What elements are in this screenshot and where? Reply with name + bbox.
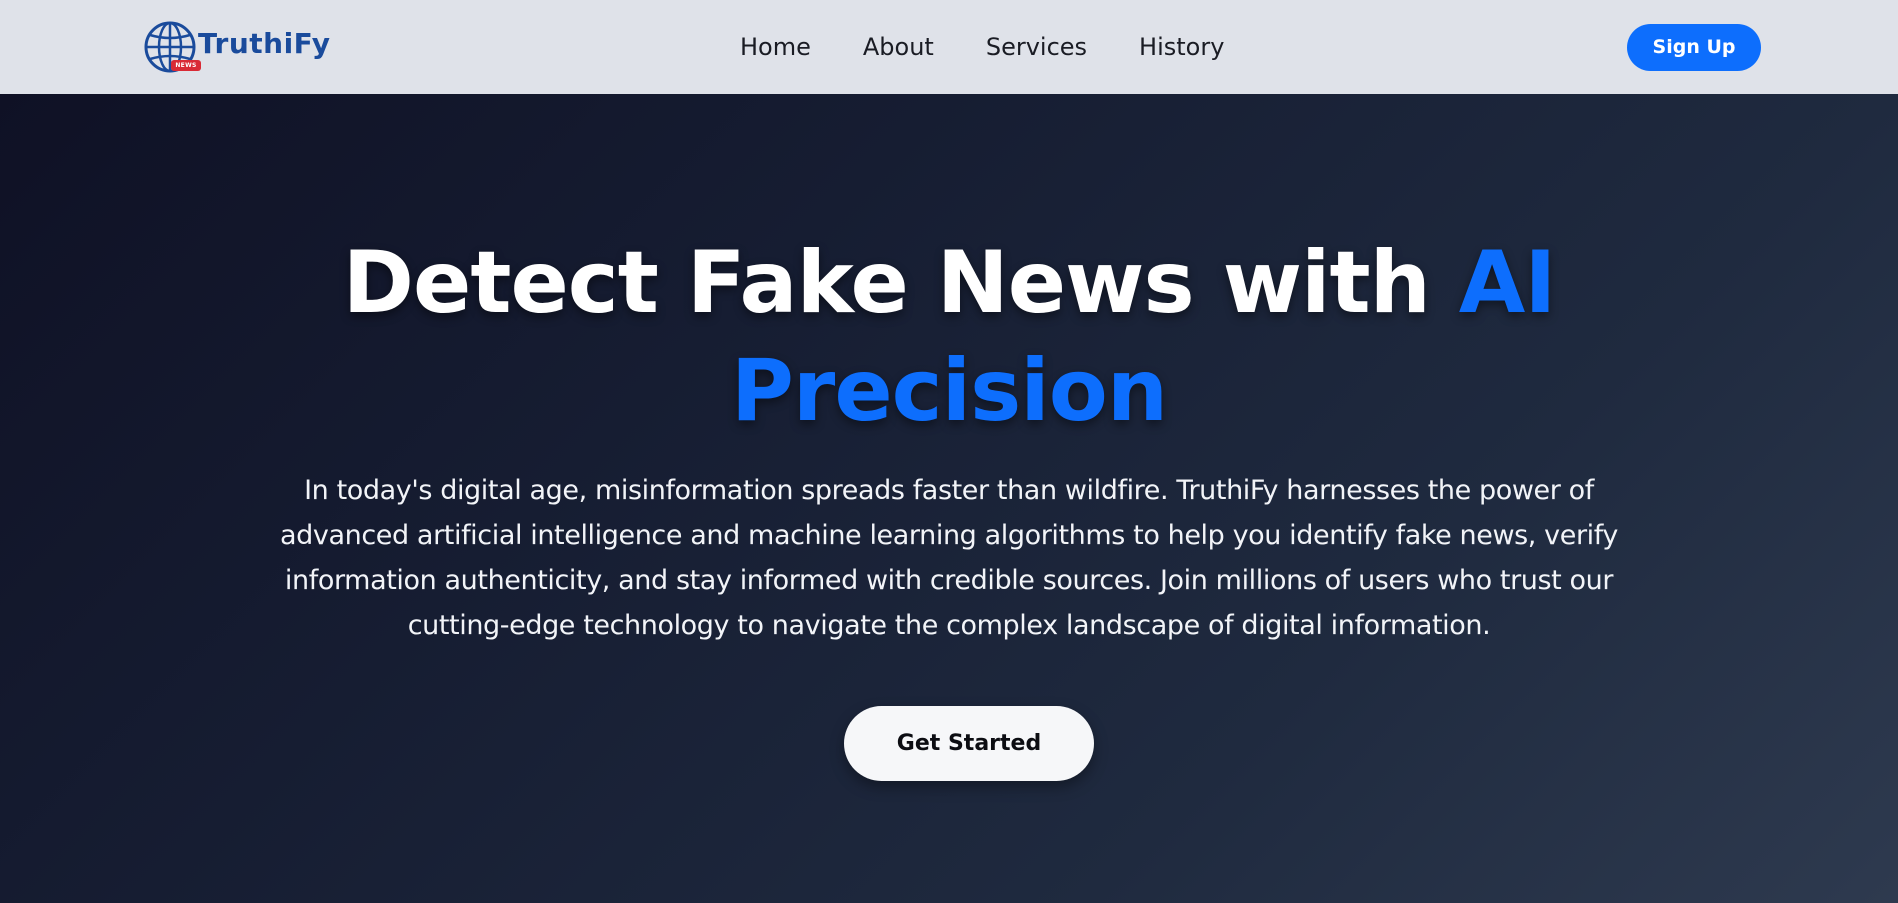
globe-icon: NEWS — [144, 20, 201, 76]
brand-logo[interactable]: NEWS TruthiFy — [144, 20, 331, 76]
hero-title-accent-precision: Precision — [730, 341, 1168, 441]
nav-link-services[interactable]: Services — [986, 33, 1087, 61]
sign-up-button[interactable]: Sign Up — [1627, 24, 1761, 71]
hero-title: Detect Fake News with AI Precision — [0, 229, 1898, 445]
news-badge: NEWS — [171, 60, 201, 71]
navbar: NEWS TruthiFy Home About Services Histor… — [0, 0, 1898, 94]
hero-description: In today's digital age, misinformation s… — [280, 475, 1618, 641]
hero-section: Detect Fake News with AI Precision In tod… — [0, 94, 1898, 903]
nav-link-about[interactable]: About — [863, 33, 934, 61]
page: NEWS TruthiFy Home About Services Histor… — [0, 0, 1898, 903]
brand-name: TruthiFy — [198, 26, 331, 60]
nav-link-home[interactable]: Home — [740, 33, 811, 61]
get-started-button[interactable]: Get Started — [844, 706, 1094, 781]
main-nav: Home About Services History — [740, 0, 1224, 94]
hero-title-main: Detect Fake News with — [342, 233, 1459, 333]
nav-link-history[interactable]: History — [1139, 33, 1224, 61]
hero-title-accent-ai: AI — [1458, 233, 1557, 333]
